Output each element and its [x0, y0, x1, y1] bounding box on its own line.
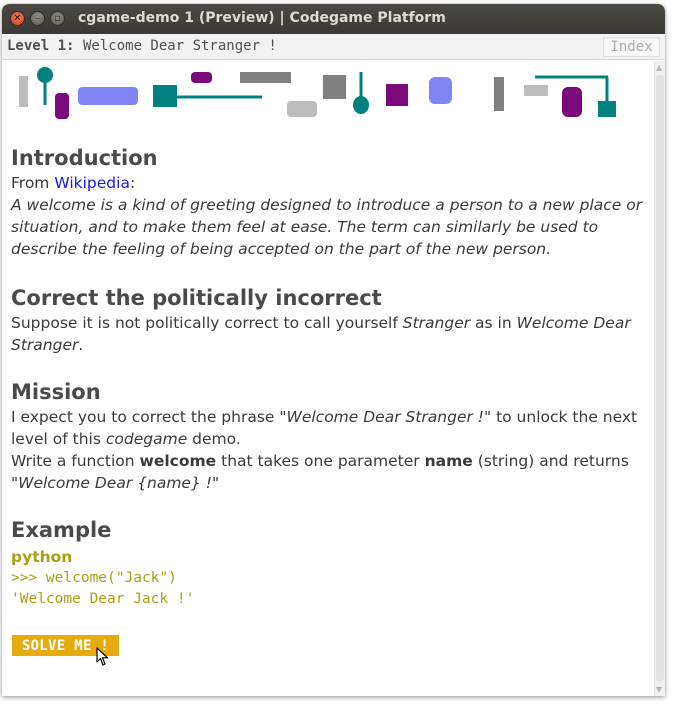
banner-gray-bar-3 — [494, 77, 504, 111]
level-label: Level 1: — [7, 38, 75, 54]
window-title: cgame-demo 1 (Preview) | Codegame Platfo… — [78, 10, 446, 26]
banner-teal-square-1 — [153, 85, 177, 107]
banner-teal-square-2 — [598, 101, 616, 117]
scrollbar-thumb[interactable] — [656, 75, 664, 681]
maximize-icon: ▫ — [54, 12, 61, 24]
index-button[interactable]: Index — [603, 37, 660, 57]
mission-em-return: Welcome Dear {name} ! — [18, 474, 212, 492]
mission-heading: Mission — [11, 380, 101, 404]
correct-text-2: as in — [470, 314, 517, 332]
code-language-label: python — [11, 548, 73, 566]
source-line: From Wikipedia: — [11, 172, 647, 194]
correct-text-1: Suppose it is not politically correct to… — [11, 314, 403, 332]
banner-teal-circle-1 — [37, 67, 53, 83]
scroll-up-arrow-icon[interactable]: ▲ — [656, 63, 662, 72]
mission-text-2d: " — [211, 474, 220, 492]
from-label: From — [11, 174, 50, 192]
banner-gray-bar-1 — [19, 76, 28, 107]
introduction-heading: Introduction — [11, 146, 158, 170]
code-line-2: 'Welcome Dear Jack !' — [11, 591, 195, 607]
banner-purple-block-3 — [562, 87, 582, 117]
banner-teal-circle-2 — [353, 96, 369, 114]
mouse-pointer-icon — [96, 647, 109, 666]
wikipedia-link[interactable]: Wikipedia — [54, 174, 130, 192]
level-bar: Level 1: Welcome Dear Stranger ! Index — [2, 34, 665, 60]
close-icon: ✕ — [13, 12, 22, 24]
correct-heading: Correct the politically incorrect — [11, 286, 382, 310]
app-window: ✕ – ▫ cgame-demo 1 (Preview) | Codegame … — [2, 4, 665, 696]
banner-gray-square-1 — [323, 75, 346, 99]
mission-text-1a: I expect you to correct the phrase " — [11, 408, 287, 426]
banner-light-gray-block-2 — [524, 85, 548, 96]
level-title: Welcome Dear Stranger ! — [83, 38, 277, 54]
mission-em-codegame: codegame — [105, 430, 188, 448]
mission-strong-welcome: welcome — [139, 452, 217, 470]
title-bar: ✕ – ▫ cgame-demo 1 (Preview) | Codegame … — [2, 4, 665, 34]
mission-strong-name: name — [424, 452, 473, 470]
correct-text-3: . — [78, 336, 84, 354]
banner-light-gray-block-1 — [287, 101, 317, 117]
correct-paragraph: Suppose it is not politically correct to… — [11, 312, 647, 356]
code-line-1: >>> welcome("Jack") — [11, 570, 177, 586]
scroll-down-arrow-icon[interactable]: ▼ — [656, 685, 662, 694]
mission-line-2: Write a function welcome that takes one … — [11, 450, 647, 494]
intro-quote: A welcome is a kind of greeting designed… — [11, 196, 643, 258]
banner-gray-bar-2 — [240, 72, 291, 83]
decorative-banner — [19, 67, 616, 119]
vertical-scrollbar[interactable]: ▲ ▼ — [654, 61, 665, 696]
mission-text-2b: that takes one parameter — [216, 452, 425, 470]
example-heading: Example — [11, 518, 112, 542]
mission-em-phrase: Welcome Dear Stranger ! — [286, 408, 485, 426]
mission-text-1c: demo. — [187, 430, 241, 448]
minimize-icon: – — [35, 12, 40, 24]
main-content: Introduction From Wikipedia: A welcome i… — [11, 144, 647, 610]
mission-line-1: I expect you to correct the phrase "Welc… — [11, 406, 647, 450]
banner-purple-block-1 — [55, 93, 69, 119]
banner-periwinkle-block-1 — [78, 87, 138, 105]
banner-periwinkle-block-2 — [429, 77, 452, 104]
source-colon: : — [129, 174, 136, 192]
minimize-window-button[interactable]: – — [30, 11, 45, 26]
mission-text-2a: Write a function — [11, 452, 140, 470]
banner-purple-square-1 — [386, 84, 408, 106]
close-window-button[interactable]: ✕ — [10, 11, 25, 26]
maximize-window-button[interactable]: ▫ — [50, 11, 65, 26]
banner-purple-block-2 — [191, 72, 212, 83]
correct-em-stranger: Stranger — [402, 314, 471, 332]
